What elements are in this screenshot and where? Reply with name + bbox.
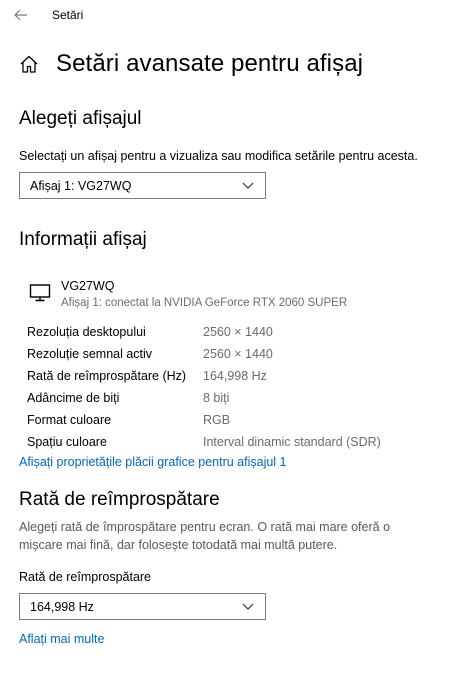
adapter-properties-link[interactable]: Afișați proprietățile plăcii grafice pen… [19, 455, 287, 469]
page-header: Setări avansate pentru afișaj [18, 50, 363, 78]
info-label: Rezoluție semnal activ [27, 347, 153, 361]
info-value: Interval dinamic standard (SDR) [203, 435, 381, 449]
display-select[interactable]: Afișaj 1: VG27WQ [19, 172, 266, 199]
display-info-heading: Informații afișaj [19, 229, 147, 250]
chevron-down-icon [242, 182, 254, 189]
info-label: Adâncime de biți [27, 391, 120, 405]
info-label: Format culoare [27, 413, 112, 427]
refresh-rate-select-value: 164,998 Hz [30, 599, 94, 614]
info-value: 164,998 Hz [203, 369, 267, 383]
info-label: Rată de reîmprospătare (Hz) [27, 369, 187, 383]
learn-more-link[interactable]: Aflați mai multe [19, 632, 104, 646]
monitor-icon [29, 284, 51, 302]
info-value: RGB [203, 413, 231, 427]
display-info-table: Rezoluția desktopului 2560 × 1440 Rezolu… [27, 321, 467, 453]
monitor-name: VG27WQ [61, 279, 115, 293]
info-value: 2560 × 1440 [203, 325, 273, 339]
choose-display-heading: Alegeți afișajul [19, 108, 142, 129]
info-label: Rezoluția desktopului [27, 325, 146, 339]
info-label: Spațiu culoare [27, 435, 107, 449]
info-row: Adâncime de biți 8 biți [27, 387, 467, 409]
refresh-rate-description-1: Alegeți rată de împrospătare pentru ecra… [19, 520, 391, 534]
info-row: Rată de reîmprospătare (Hz) 164,998 Hz [27, 365, 467, 387]
window-title: Setări [52, 8, 84, 22]
page-title: Setări avansate pentru afișaj [56, 50, 364, 77]
display-select-value: Afișaj 1: VG27WQ [30, 178, 132, 193]
info-value: 2560 × 1440 [203, 347, 273, 361]
home-icon [20, 55, 38, 73]
refresh-rate-field-label: Rată de reîmprospătare [19, 570, 152, 584]
info-row: Rezoluție semnal activ 2560 × 1440 [27, 343, 467, 365]
choose-display-description: Selectați un afișaj pentru a vizualiza s… [19, 149, 418, 163]
refresh-rate-description-2: mișcare mai fină, dar folosește totodată… [19, 538, 338, 552]
info-row: Rezoluția desktopului 2560 × 1440 [27, 321, 467, 343]
info-value: 8 biți [203, 391, 230, 405]
monitor-connection: Afișaj 1: conectat la NVIDIA GeForce RTX… [61, 297, 348, 309]
refresh-rate-select[interactable]: 164,998 Hz [19, 593, 266, 620]
monitor-summary: VG27WQ Afișaj 1: conectat la NVIDIA GeFo… [29, 279, 347, 309]
refresh-rate-heading: Rată de reîmprospătare [19, 489, 220, 510]
chevron-down-icon [242, 603, 254, 610]
back-button[interactable] [10, 5, 32, 25]
info-row: Spațiu culoare Interval dinamic standard… [27, 431, 467, 453]
info-row: Format culoare RGB [27, 409, 467, 431]
title-bar: Setări [0, 0, 476, 30]
arrow-left-icon [14, 9, 27, 21]
